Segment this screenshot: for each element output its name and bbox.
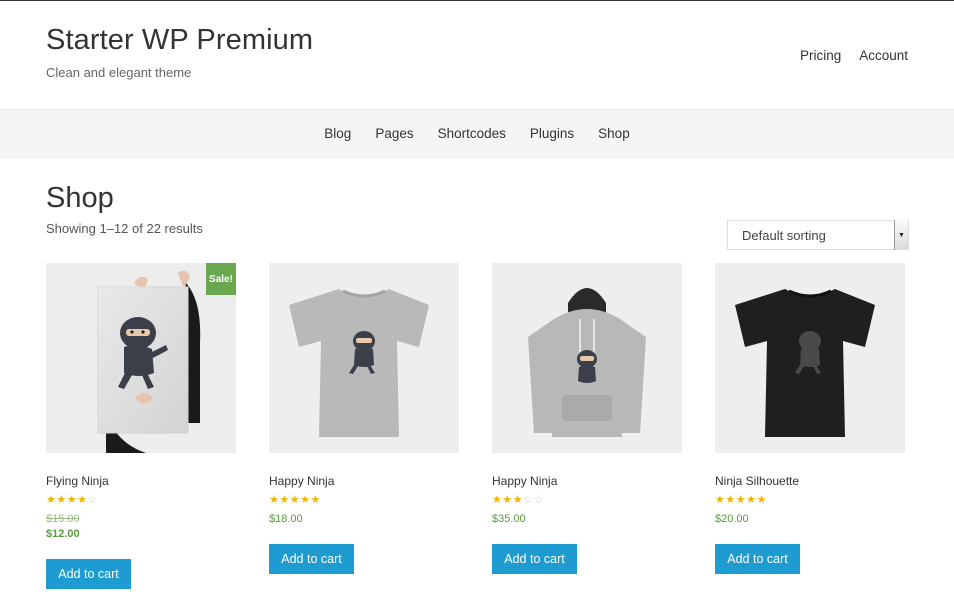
top-menu-item-pricing[interactable]: Pricing (800, 48, 841, 63)
nav-item-shop[interactable]: Shop (598, 126, 630, 141)
product-name[interactable]: Flying Ninja (46, 474, 109, 488)
product-price: $12.00 (46, 528, 80, 540)
tshirt-grey-icon (269, 263, 459, 453)
site-tagline: Clean and elegant theme (46, 65, 192, 80)
star-rating-icon: ★★★★★ (269, 494, 321, 506)
site-title[interactable]: Starter WP Premium (46, 24, 313, 57)
product-price: $35.00 (492, 513, 526, 525)
add-to-cart-button[interactable]: Add to cart (715, 544, 800, 574)
chevron-down-icon[interactable]: ▼ (894, 220, 908, 250)
star-rating-icon: ★★★★☆ (46, 494, 98, 506)
star-rating-icon: ★★★☆☆ (492, 494, 544, 506)
site-header: Starter WP Premium Clean and elegant the… (0, 1, 954, 110)
sorting-select[interactable]: Default sorting ▼ (727, 220, 909, 250)
product-image[interactable] (715, 263, 905, 453)
hoodie-icon (492, 263, 682, 453)
product-name[interactable]: Happy Ninja (269, 474, 334, 488)
top-menu-item-account[interactable]: Account (859, 48, 908, 63)
nav-item-shortcodes[interactable]: Shortcodes (438, 126, 506, 141)
nav-item-pages[interactable]: Pages (375, 126, 413, 141)
top-menu: Pricing Account (800, 48, 908, 63)
product-price: $20.00 (715, 513, 749, 525)
nav-item-plugins[interactable]: Plugins (530, 126, 574, 141)
sorting-selected-value: Default sorting (742, 227, 826, 243)
product-card: Happy Ninja ★★★☆☆ $35.00 Add to cart (492, 263, 682, 574)
add-to-cart-button[interactable]: Add to cart (492, 544, 577, 574)
sale-badge: Sale! (206, 263, 236, 295)
product-image[interactable] (269, 263, 459, 453)
product-card: Sale! Flying Ninja ★★★★☆ $15.00 $12.00 A… (46, 263, 236, 589)
add-to-cart-button[interactable]: Add to cart (269, 544, 354, 574)
product-price: $18.00 (269, 513, 303, 525)
product-name[interactable]: Happy Ninja (492, 474, 557, 488)
add-to-cart-button[interactable]: Add to cart (46, 559, 131, 589)
product-name[interactable]: Ninja Silhouette (715, 474, 799, 488)
product-image[interactable] (492, 263, 682, 453)
main-navigation: Blog Pages Shortcodes Plugins Shop (0, 110, 954, 158)
product-grid: Sale! Flying Ninja ★★★★☆ $15.00 $12.00 A… (46, 263, 908, 593)
product-image[interactable]: Sale! (46, 263, 236, 453)
tshirt-black-icon (715, 263, 905, 453)
result-count: Showing 1–12 of 22 results (46, 221, 203, 236)
product-card: Ninja Silhouette ★★★★★ $20.00 Add to car… (715, 263, 905, 574)
product-card: Happy Ninja ★★★★★ $18.00 Add to cart (269, 263, 459, 574)
nav-item-blog[interactable]: Blog (324, 126, 351, 141)
product-old-price: $15.00 (46, 513, 80, 525)
star-rating-icon: ★★★★★ (715, 494, 767, 506)
page-title: Shop (46, 182, 114, 214)
